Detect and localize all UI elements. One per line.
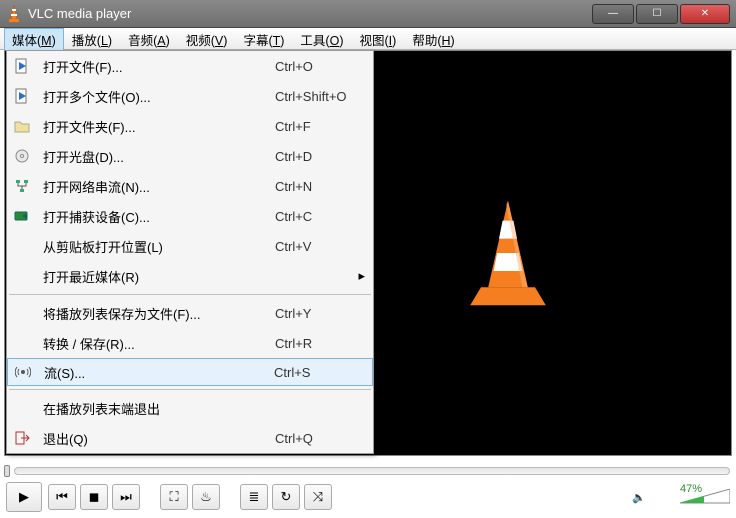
menu-item[interactable]: 流(S)...Ctrl+S xyxy=(7,358,373,386)
blank-icon xyxy=(11,267,33,285)
menu-o[interactable]: 工具(O) xyxy=(292,28,351,51)
menu-item-label: 将播放列表保存为文件(F)... xyxy=(43,304,275,323)
menu-item-shortcut: Ctrl+Shift+O xyxy=(275,89,355,104)
extended-settings-button[interactable]: ♨ xyxy=(192,484,220,510)
maximize-button[interactable]: ☐ xyxy=(636,4,678,24)
menu-i[interactable]: 视图(I) xyxy=(352,28,405,51)
submenu-arrow-icon: ▸ xyxy=(355,268,365,284)
speaker-icon: 🔈 xyxy=(632,491,646,504)
titlebar: VLC media player — ☐ ✕ xyxy=(0,0,736,28)
exit-icon xyxy=(11,429,33,447)
volume-slider[interactable] xyxy=(680,489,730,505)
menu-item-label: 打开文件夹(F)... xyxy=(43,117,275,136)
previous-button[interactable]: ⏮ xyxy=(48,484,76,510)
seek-knob[interactable] xyxy=(4,465,10,477)
menu-item-shortcut: Ctrl+Q xyxy=(275,431,355,446)
menu-item-label: 打开文件(F)... xyxy=(43,57,275,76)
playback-controls: ▶ ⏮ ◼ ⏭ ⛶ ♨ ≣ ↻ ⤨ 🔈 47% xyxy=(6,482,730,512)
menu-item[interactable]: 在播放列表末端退出 xyxy=(7,393,373,423)
file-play-icon xyxy=(11,87,33,105)
menu-item-label: 在播放列表末端退出 xyxy=(43,399,275,418)
menu-item[interactable]: 打开光盘(D)...Ctrl+D xyxy=(7,141,373,171)
menu-item-shortcut: Ctrl+S xyxy=(274,365,354,380)
menu-item[interactable]: 将播放列表保存为文件(F)...Ctrl+Y xyxy=(7,298,373,328)
menu-separator xyxy=(9,389,371,390)
menu-item-shortcut: Ctrl+O xyxy=(275,59,355,74)
menu-item-shortcut: Ctrl+N xyxy=(275,179,355,194)
menu-item[interactable]: 打开网络串流(N)...Ctrl+N xyxy=(7,171,373,201)
menu-separator xyxy=(9,294,371,295)
menu-item[interactable]: 打开捕获设备(C)...Ctrl+C xyxy=(7,201,373,231)
menu-item-label: 打开网络串流(N)... xyxy=(43,177,275,196)
volume-control[interactable]: 🔈 47% xyxy=(632,489,730,505)
menu-item[interactable]: 打开文件夹(F)...Ctrl+F xyxy=(7,111,373,141)
disc-icon xyxy=(11,147,33,165)
menu-item-label: 打开最近媒体(R) xyxy=(43,267,275,286)
next-button[interactable]: ⏭ xyxy=(112,484,140,510)
stop-button[interactable]: ◼ xyxy=(80,484,108,510)
menu-item-label: 流(S)... xyxy=(44,363,274,382)
menu-item[interactable]: 打开文件(F)...Ctrl+O xyxy=(7,51,373,81)
blank-icon xyxy=(11,237,33,255)
menu-item-shortcut: Ctrl+F xyxy=(275,119,355,134)
network-icon xyxy=(11,177,33,195)
playlist-button[interactable]: ≣ xyxy=(240,484,268,510)
menu-h[interactable]: 帮助(H) xyxy=(404,28,462,51)
play-button[interactable]: ▶ xyxy=(6,482,42,512)
blank-icon xyxy=(11,334,33,352)
loop-button[interactable]: ↻ xyxy=(272,484,300,510)
window-title: VLC media player xyxy=(28,6,131,21)
menu-t[interactable]: 字幕(T) xyxy=(235,28,292,51)
stream-icon xyxy=(12,363,34,381)
menu-item-shortcut: Ctrl+R xyxy=(275,336,355,351)
vlc-cone-icon xyxy=(6,6,22,22)
blank-icon xyxy=(11,399,33,417)
menu-item-label: 打开捕获设备(C)... xyxy=(43,207,275,226)
vlc-cone-logo xyxy=(463,198,553,308)
menu-v[interactable]: 视频(V) xyxy=(178,28,236,51)
seek-bar[interactable] xyxy=(6,464,730,478)
menu-item-shortcut: Ctrl+Y xyxy=(275,306,355,321)
close-button[interactable]: ✕ xyxy=(680,4,730,24)
menu-item[interactable]: 打开多个文件(O)...Ctrl+Shift+O xyxy=(7,81,373,111)
file-play-icon xyxy=(11,57,33,75)
menu-item-shortcut: Ctrl+D xyxy=(275,149,355,164)
seek-track[interactable] xyxy=(14,467,730,475)
blank-icon xyxy=(11,304,33,322)
menu-l[interactable]: 播放(L) xyxy=(64,28,120,51)
menu-item[interactable]: 从剪贴板打开位置(L)Ctrl+V xyxy=(7,231,373,261)
menu-item-shortcut: Ctrl+V xyxy=(275,239,355,254)
menu-item[interactable]: 转换 / 保存(R)...Ctrl+R xyxy=(7,328,373,358)
menu-m[interactable]: 媒体(M) xyxy=(4,28,64,51)
menu-a[interactable]: 音频(A) xyxy=(120,28,178,51)
fullscreen-button[interactable]: ⛶ xyxy=(160,484,188,510)
menubar: 媒体(M)播放(L)音频(A)视频(V)字幕(T)工具(O)视图(I)帮助(H) xyxy=(0,28,736,50)
capture-icon xyxy=(11,207,33,225)
minimize-button[interactable]: — xyxy=(592,4,634,24)
folder-icon xyxy=(11,117,33,135)
window-controls: — ☐ ✕ xyxy=(592,4,730,24)
menu-item[interactable]: 退出(Q)Ctrl+Q xyxy=(7,423,373,453)
menu-item-shortcut: Ctrl+C xyxy=(275,209,355,224)
menu-item-label: 打开光盘(D)... xyxy=(43,147,275,166)
menu-item-label: 转换 / 保存(R)... xyxy=(43,334,275,353)
menu-item[interactable]: 打开最近媒体(R) ▸ xyxy=(7,261,373,291)
media-menu-dropdown: 打开文件(F)...Ctrl+O打开多个文件(O)...Ctrl+Shift+O… xyxy=(6,50,374,454)
shuffle-button[interactable]: ⤨ xyxy=(304,484,332,510)
menu-item-label: 打开多个文件(O)... xyxy=(43,87,275,106)
menu-item-label: 从剪贴板打开位置(L) xyxy=(43,237,275,256)
menu-item-label: 退出(Q) xyxy=(43,429,275,448)
